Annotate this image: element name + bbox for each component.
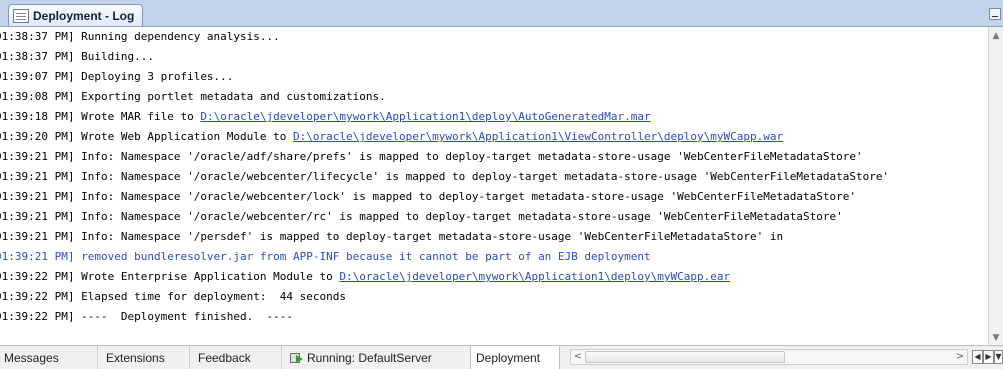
scroll-right-icon[interactable]: > — [954, 350, 966, 364]
tab-label: Running: DefaultServer — [307, 351, 432, 365]
log-message: Deploying 3 profiles... — [74, 70, 234, 83]
vertical-scrollbar[interactable]: ▲ ▼ — [988, 27, 1003, 345]
log-timestamp: 01:39:21 PM] — [0, 230, 75, 243]
scroll-left-icon[interactable]: < — [572, 350, 584, 364]
log-line: 01:39:22 PM] ---- Deployment finished. -… — [0, 307, 293, 327]
deployment-log-window: Deployment - Log 01:38:37 PM] Running de… — [0, 0, 1003, 369]
log-timestamp: 01:39:07 PM] — [0, 70, 75, 83]
log-message: Running dependency analysis... — [74, 30, 280, 43]
log-line: 01:39:18 PM] Wrote MAR file to D:\oracle… — [0, 107, 651, 127]
log-line: 01:39:07 PM] Deploying 3 profiles... — [0, 67, 233, 87]
tab-running-defaultserver[interactable]: Running: DefaultServer — [282, 346, 470, 369]
log-timestamp: 01:38:37 PM] — [0, 50, 75, 63]
tab-label: Deployment — [476, 351, 541, 365]
tab-deployment[interactable]: Deployment — [470, 346, 560, 369]
log-timestamp: 01:39:22 PM] — [0, 270, 75, 283]
title-bar: Deployment - Log — [0, 0, 1003, 27]
horizontal-scrollbar[interactable]: < > — [570, 349, 968, 365]
log-timestamp: 01:39:21 PM] — [0, 150, 75, 163]
log-message: Info: Namespace '/oracle/webcenter/rc' i… — [74, 210, 843, 223]
log-line: 01:38:37 PM] Running dependency analysis… — [0, 27, 280, 47]
log-timestamp: 01:38:37 PM] — [0, 30, 75, 43]
run-server-icon — [290, 352, 304, 364]
tab-feedback[interactable]: Feedback — [190, 346, 282, 369]
log-line: 01:39:08 PM] Exporting portlet metadata … — [0, 87, 386, 107]
log-message: Wrote Web Application Module to — [74, 130, 294, 143]
log-timestamp: 01:39:21 PM] — [0, 190, 75, 203]
log-line: 01:39:22 PM] Wrote Enterprise Applicatio… — [0, 267, 730, 287]
log-timestamp: 01:39:18 PM] — [0, 110, 75, 123]
log-line: 01:39:21 PM] removed bundleresolver.jar … — [0, 247, 651, 267]
scroll-thumb[interactable] — [585, 351, 785, 363]
tab-messages[interactable]: Messages — [0, 346, 98, 369]
minimize-icon[interactable] — [989, 8, 1001, 20]
log-timestamp: 01:39:21 PM] — [0, 250, 75, 263]
log-message: Wrote Enterprise Application Module to — [74, 270, 340, 283]
log-message: Info: Namespace '/oracle/webcenter/lifec… — [74, 170, 890, 183]
tab-label: Feedback — [198, 351, 251, 365]
log-message: removed bundleresolver.jar from APP-INF … — [74, 250, 651, 263]
log-line: 01:39:21 PM] Info: Namespace '/oracle/ad… — [0, 147, 863, 167]
bottom-tab-bar: Messages Extensions Feedback Running: De… — [0, 345, 1003, 369]
tab-label: Messages — [4, 351, 59, 365]
mar-file-link[interactable]: D:\oracle\jdeveloper\mywork\Application1… — [200, 110, 650, 123]
war-file-link[interactable]: D:\oracle\jdeveloper\mywork\Application1… — [293, 130, 783, 143]
log-message: Elapsed time for deployment: 44 seconds — [74, 290, 347, 303]
log-message: Exporting portlet metadata and customiza… — [74, 90, 386, 103]
ear-file-link[interactable]: D:\oracle\jdeveloper\mywork\Application1… — [339, 270, 730, 283]
scroll-down-icon[interactable]: ▼ — [991, 333, 1001, 343]
log-timestamp: 01:39:21 PM] — [0, 170, 75, 183]
log-output: 01:38:37 PM] Running dependency analysis… — [0, 27, 986, 345]
log-line: 01:39:21 PM] Info: Namespace '/oracle/we… — [0, 207, 843, 227]
log-timestamp: 01:39:22 PM] — [0, 290, 75, 303]
log-message: Wrote MAR file to — [74, 110, 201, 123]
tab-right-icon[interactable]: ▶ — [983, 350, 994, 364]
log-message: Info: Namespace '/persdef' is mapped to … — [74, 230, 784, 243]
log-timestamp: 01:39:08 PM] — [0, 90, 75, 103]
tab-left-icon[interactable]: ◀ — [972, 350, 983, 364]
log-line: 01:39:21 PM] Info: Namespace '/oracle/we… — [0, 187, 856, 207]
log-line: 01:39:21 PM] Info: Namespace '/oracle/we… — [0, 167, 889, 187]
tab-list-icon[interactable]: ▼ — [994, 350, 1003, 364]
log-message: Building... — [74, 50, 154, 63]
window-tab[interactable]: Deployment - Log — [8, 4, 144, 26]
log-timestamp: 01:39:22 PM] — [0, 310, 75, 323]
tab-label: Extensions — [106, 351, 165, 365]
log-timestamp: 01:39:20 PM] — [0, 130, 75, 143]
log-line: 01:39:21 PM] Info: Namespace '/persdef' … — [0, 227, 783, 247]
log-message: Info: Namespace '/oracle/webcenter/lock'… — [74, 190, 856, 203]
log-line: 01:39:20 PM] Wrote Web Application Modul… — [0, 127, 783, 147]
log-document-icon — [13, 8, 29, 23]
tab-extensions[interactable]: Extensions — [98, 346, 190, 369]
scroll-up-icon[interactable]: ▲ — [991, 31, 1001, 41]
log-message: ---- Deployment finished. ---- — [74, 310, 294, 323]
log-line: 01:39:22 PM] Elapsed time for deployment… — [0, 287, 346, 307]
log-line: 01:38:37 PM] Building... — [0, 47, 154, 67]
log-timestamp: 01:39:21 PM] — [0, 210, 75, 223]
window-title: Deployment - Log — [33, 8, 135, 23]
log-message: Info: Namespace '/oracle/adf/share/prefs… — [74, 150, 863, 163]
